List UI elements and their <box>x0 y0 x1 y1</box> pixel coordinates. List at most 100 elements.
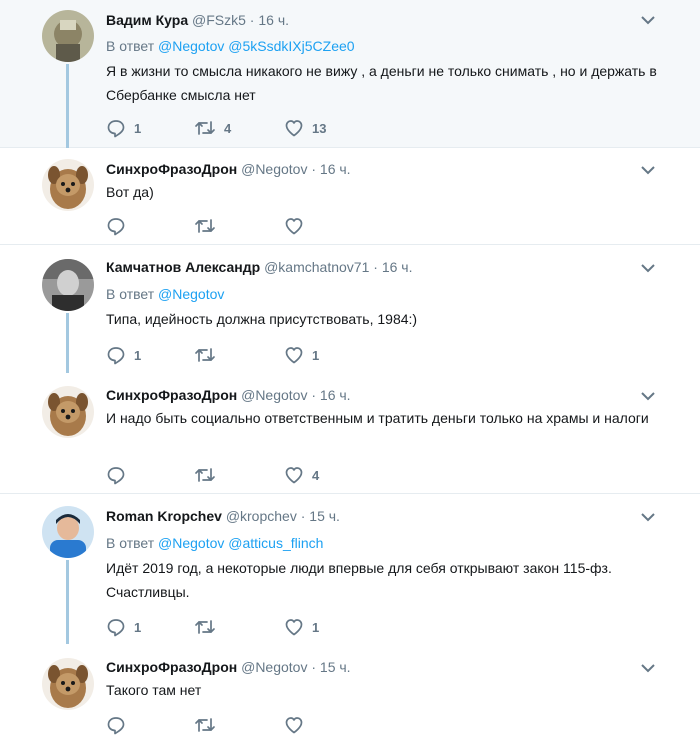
reply-button[interactable]: 1 <box>106 117 141 139</box>
tweet[interactable]: Вадим Кура @FSzk5 · 16 ч. В ответ @Negot… <box>0 0 700 148</box>
tweet-header: Камчатнов Александр @kamchatnov71 · 16 ч… <box>106 258 412 276</box>
thread-line <box>66 313 69 373</box>
mention-link[interactable]: @atticus_flinch <box>228 535 323 551</box>
reply-context: В ответ @Negotov @atticus_flinch <box>106 534 323 552</box>
reply-count: 1 <box>134 619 142 635</box>
like-count: 1 <box>312 347 320 363</box>
action-bar: 1 4 13 <box>106 117 406 139</box>
like-count: 13 <box>312 120 327 136</box>
tweet[interactable]: Камчатнов Александр @kamchatnov71 · 16 ч… <box>0 245 700 373</box>
tweet-text: Типа, идейность должна присутствовать, 1… <box>106 311 418 327</box>
timestamp[interactable]: 15 ч. <box>320 659 351 675</box>
tweet-header: СинхроФразоДрон @Negotov · 16 ч. <box>106 160 351 178</box>
reply-icon <box>107 619 125 637</box>
reply-button[interactable] <box>106 215 134 237</box>
separator-dot: · <box>311 161 317 177</box>
retweet-button[interactable] <box>194 464 224 486</box>
avatar[interactable] <box>42 386 94 438</box>
reply-icon <box>107 120 125 138</box>
author-name[interactable]: СинхроФразоДрон <box>106 659 237 675</box>
author-name[interactable]: Roman Kropchev <box>106 508 222 524</box>
chevron-down-icon[interactable] <box>640 14 656 26</box>
retweet-button[interactable]: 4 <box>194 117 231 139</box>
mention-link[interactable]: @5kSsdkIXj5CZee0 <box>228 38 354 54</box>
author-name[interactable]: Вадим Кура <box>106 12 188 28</box>
like-button[interactable]: 4 <box>284 464 319 486</box>
author-name[interactable]: СинхроФразоДрон <box>106 387 237 403</box>
reply-button[interactable] <box>106 464 134 486</box>
avatar-image <box>42 159 94 211</box>
tweet-text: Вот да) <box>106 184 154 200</box>
avatar[interactable] <box>42 259 94 311</box>
retweet-icon <box>195 620 215 634</box>
separator-dot: · <box>249 12 255 28</box>
like-button[interactable]: 1 <box>284 344 319 366</box>
retweet-button[interactable] <box>194 714 224 736</box>
separator-dot: · <box>373 259 378 275</box>
tweet[interactable]: СинхроФразоДрон @Negotov · 16 ч. И надо … <box>0 373 700 494</box>
like-button[interactable] <box>284 215 312 237</box>
tweet[interactable]: СинхроФразоДрон @Negotov · 15 ч. Такого … <box>0 644 700 737</box>
retweet-icon <box>195 718 215 732</box>
author-handle[interactable]: @Negotov <box>241 161 307 177</box>
author-handle[interactable]: @Negotov <box>241 659 307 675</box>
retweet-icon <box>195 348 215 362</box>
chevron-down-icon[interactable] <box>640 390 656 402</box>
author-handle[interactable]: @kropchev <box>226 508 297 524</box>
reply-prefix: В ответ <box>106 286 155 302</box>
author-handle[interactable]: @FSzk5 <box>192 12 246 28</box>
retweet-button[interactable] <box>194 344 224 366</box>
reply-button[interactable]: 1 <box>106 616 141 638</box>
like-button[interactable]: 13 <box>284 117 326 139</box>
chevron-down-icon[interactable] <box>640 662 656 674</box>
author-handle[interactable]: @Negotov <box>241 387 307 403</box>
avatar[interactable] <box>42 159 94 211</box>
mention-link[interactable]: @Negotov <box>158 286 224 302</box>
reply-context: В ответ @Negotov @5kSsdkIXj5CZee0 <box>106 37 355 55</box>
tweet[interactable]: СинхроФразоДрон @Negotov · 16 ч. Вот да) <box>0 148 700 245</box>
chevron-down-icon[interactable] <box>640 262 656 274</box>
avatar[interactable] <box>42 658 94 710</box>
avatar[interactable] <box>42 506 94 558</box>
author-name[interactable]: Камчатнов Александр <box>106 259 260 275</box>
like-button[interactable] <box>284 714 312 736</box>
mention-link[interactable]: @Negotov <box>158 535 224 551</box>
action-bar: 1 1 <box>106 616 406 638</box>
separator-dot: · <box>311 387 317 403</box>
tweet-text: Я в жизни то смысла никакого не вижу , а… <box>106 63 657 103</box>
timestamp[interactable]: 15 ч. <box>309 508 340 524</box>
timestamp[interactable]: 16 ч. <box>320 387 351 403</box>
retweet-button[interactable] <box>194 616 224 638</box>
mention-link[interactable]: @Negotov <box>158 38 224 54</box>
like-button[interactable]: 1 <box>284 616 319 638</box>
tweet[interactable]: Roman Kropchev @kropchev · 15 ч. В ответ… <box>0 494 700 644</box>
timestamp[interactable]: 16 ч. <box>382 259 413 275</box>
thread-line <box>66 560 69 644</box>
timestamp[interactable]: 16 ч. <box>258 12 289 28</box>
reply-icon <box>107 218 125 236</box>
timestamp[interactable]: 16 ч. <box>320 161 351 177</box>
action-bar: 4 <box>106 464 406 486</box>
heart-icon <box>285 467 303 484</box>
retweet-icon <box>195 219 215 233</box>
reply-button[interactable]: 1 <box>106 344 141 366</box>
avatar[interactable] <box>42 10 94 62</box>
reply-context: В ответ @Negotov <box>106 285 224 303</box>
author-name[interactable]: СинхроФразоДрон <box>106 161 237 177</box>
retweet-button[interactable] <box>194 215 224 237</box>
avatar-image <box>42 10 94 62</box>
tweet-header: Roman Kropchev @kropchev · 15 ч. <box>106 507 340 525</box>
avatar-image <box>42 259 94 311</box>
action-bar <box>106 215 406 237</box>
reply-button[interactable] <box>106 714 134 736</box>
chevron-down-icon[interactable] <box>640 511 656 523</box>
reply-icon <box>107 347 125 365</box>
chevron-down-icon[interactable] <box>640 164 656 176</box>
avatar-image <box>42 506 94 558</box>
heart-icon <box>285 619 303 636</box>
avatar-image <box>42 386 94 438</box>
tweet-header: СинхроФразоДрон @Negotov · 16 ч. <box>106 386 351 404</box>
action-bar: 1 1 <box>106 344 406 366</box>
reply-prefix: В ответ <box>106 38 155 54</box>
author-handle[interactable]: @kamchatnov71 <box>264 259 369 275</box>
